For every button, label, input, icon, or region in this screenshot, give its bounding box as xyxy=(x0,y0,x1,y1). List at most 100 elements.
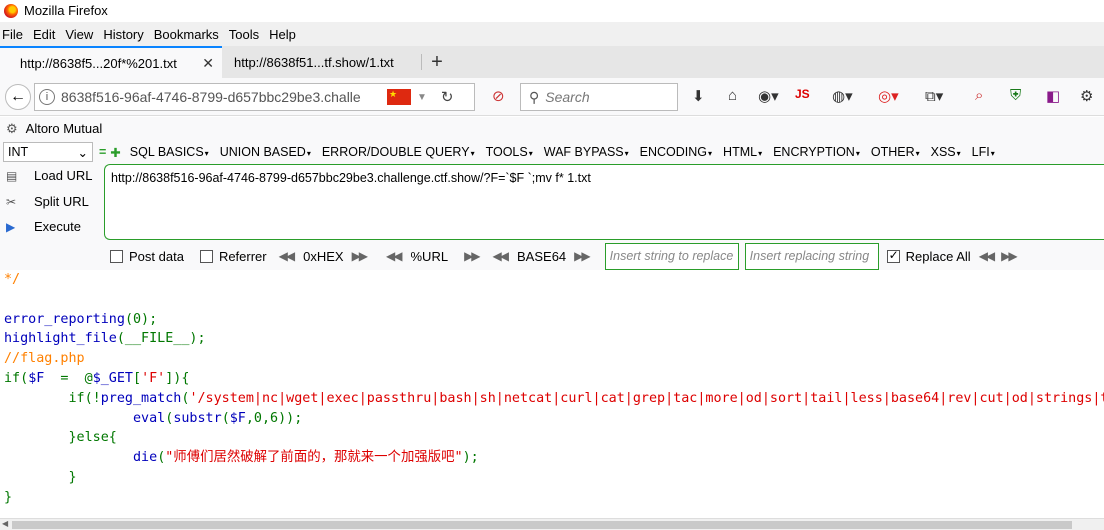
minus-icon[interactable]: = xyxy=(99,145,106,159)
tab-close-icon[interactable]: ✕ xyxy=(202,55,214,72)
code-bracket-close: ]){ xyxy=(165,370,190,386)
code-key-f: 'F' xyxy=(141,370,166,386)
copy-icon[interactable]: ⧉▾ xyxy=(925,87,943,105)
gear-icon: ⚙ xyxy=(6,120,18,136)
menu-tools[interactable]: TOOLS xyxy=(486,145,533,159)
code-close-outer: } xyxy=(4,489,13,505)
menu-xss[interactable]: XSS xyxy=(931,145,961,159)
navigation-bar: ← i 8638f516-96af-4746-8799-d657bbc29be3… xyxy=(0,78,1104,116)
tab-1[interactable]: http://8638f5...20f*%201.txt ✕ xyxy=(0,46,222,78)
menu-file[interactable]: File xyxy=(2,27,23,42)
code-flag-comment: //flag.php xyxy=(4,351,85,367)
url-textarea[interactable]: http://8638f516-96af-4746-8799-d657bbc29… xyxy=(104,164,1104,240)
code-else: }else{ xyxy=(4,430,117,446)
chevron-down-icon[interactable]: ▼ xyxy=(417,92,427,103)
colorzilla-icon[interactable]: ◍▾ xyxy=(832,87,853,105)
firefox-icon xyxy=(4,3,18,18)
tab-2[interactable]: http://8638f51...tf.show/1.txt xyxy=(222,46,422,78)
replace-all-toggle[interactable]: Replace All xyxy=(886,248,971,264)
menu-bookmarks[interactable]: Bookmarks xyxy=(154,27,219,42)
load-url-icon: ▤ xyxy=(6,168,18,183)
menu-edit[interactable]: Edit xyxy=(33,27,55,42)
code-substr-paren: ( xyxy=(221,410,230,426)
hex-encode-arrow-icon[interactable]: ▶▶ xyxy=(352,249,369,263)
type-select-value: INT xyxy=(8,145,29,159)
hackbar-title: Altoro Mutual xyxy=(25,121,103,136)
plus-icon: + xyxy=(431,50,443,73)
split-url-label: Split URL xyxy=(34,194,89,209)
split-url-button[interactable]: ✂ Split URL xyxy=(6,194,89,209)
hackbar-body: ▤ Load URL ✂ Split URL ▶ Execute http://… xyxy=(0,164,1104,270)
window-titlebar: Mozilla Firefox xyxy=(0,0,1104,21)
back-button[interactable]: ← xyxy=(5,83,31,110)
address-bar[interactable]: i 8638f516-96af-4746-8799-d657bbc29be3.c… xyxy=(34,83,475,111)
tab-separator xyxy=(421,54,422,70)
replace-string-input[interactable]: Insert string to replace xyxy=(604,242,739,270)
execute-button[interactable]: ▶ Execute xyxy=(6,219,81,234)
code-substr-args: ,0,6)); xyxy=(245,410,303,426)
referrer-label: Referrer xyxy=(218,248,267,264)
scroll-left-icon[interactable]: ◀ xyxy=(2,519,8,528)
gear-icon[interactable]: ⚙ xyxy=(1080,87,1093,105)
menu-encoding[interactable]: ENCODING xyxy=(640,145,712,159)
referrer-toggle[interactable]: Referrer xyxy=(199,248,267,264)
new-tab-button[interactable]: + xyxy=(422,46,452,78)
search-input[interactable]: ⚲ Search xyxy=(520,83,678,111)
menu-lfi[interactable]: LFI xyxy=(972,145,995,159)
reload-icon[interactable]: ↻ xyxy=(441,88,454,106)
arrow-left-icon: ← xyxy=(10,87,26,105)
home-icon[interactable]: ⌂ xyxy=(728,87,737,104)
code-close-inner: } xyxy=(4,469,77,485)
menu-html[interactable]: HTML xyxy=(723,145,762,159)
url-encode-arrow-icon[interactable]: ▶▶ xyxy=(464,249,481,263)
info-icon[interactable]: i xyxy=(39,89,55,105)
wappalyzer-icon[interactable]: ◧ xyxy=(1046,87,1060,105)
menu-help[interactable]: Help xyxy=(269,27,296,42)
china-flag-icon xyxy=(387,89,411,105)
code-die-message: "师傅们居然破解了前面的，那就来一个加强版吧" xyxy=(165,450,463,466)
replace-all-label: Replace All xyxy=(905,248,971,264)
no-script-icon[interactable]: ⊘ xyxy=(492,87,505,105)
menu-sql-basics[interactable]: SQL BASICS xyxy=(130,145,209,159)
menu-tools[interactable]: Tools xyxy=(229,27,259,42)
chevron-down-icon: ⌄ xyxy=(77,145,88,160)
menu-view[interactable]: View xyxy=(65,27,93,42)
hackbar-toggle-icon[interactable]: ◎▾ xyxy=(878,87,899,105)
code-substr-var: $F xyxy=(229,410,246,426)
load-url-button[interactable]: ▤ Load URL xyxy=(6,168,93,183)
shield-icon[interactable]: ⛨ xyxy=(1010,87,1021,104)
type-select[interactable]: INT ⌄ xyxy=(3,142,93,162)
menu-union-based[interactable]: UNION BASED xyxy=(220,145,311,159)
replace-left-arrow-icon[interactable]: ◀◀ xyxy=(979,249,996,263)
referrer-checkbox[interactable] xyxy=(199,249,213,263)
base64-encode-arrow-icon[interactable]: ▶▶ xyxy=(574,249,591,263)
replacing-string-input[interactable]: Insert replacing string xyxy=(744,242,879,270)
extension-menu-icon[interactable]: ◉▾ xyxy=(758,87,779,105)
code-regex: '/system|nc|wget|exec|passthru|bash|sh|n… xyxy=(189,390,1104,406)
post-data-toggle[interactable]: Post data xyxy=(110,249,184,264)
code-substr: substr xyxy=(173,410,222,426)
url-decode-arrow-icon[interactable]: ◀◀ xyxy=(386,249,403,263)
menu-encryption[interactable]: ENCRYPTION xyxy=(773,145,860,159)
download-icon[interactable]: ⬇ xyxy=(692,87,705,105)
menu-waf-bypass[interactable]: WAF BYPASS xyxy=(544,145,629,159)
plus-icon[interactable]: ✚ xyxy=(110,145,120,160)
replace-right-arrow-icon[interactable]: ▶▶ xyxy=(1001,249,1018,263)
menu-history[interactable]: History xyxy=(103,27,143,42)
address-url[interactable]: 8638f516-96af-4746-8799-d657bbc29be3.cha… xyxy=(61,89,381,105)
menu-error-double-query[interactable]: ERROR/DOUBLE QUERY xyxy=(322,145,475,159)
menu-other[interactable]: OTHER xyxy=(871,145,920,159)
horizontal-scrollbar[interactable]: ◀ xyxy=(0,518,1104,530)
post-data-checkbox[interactable] xyxy=(110,249,123,263)
scrollbar-thumb[interactable] xyxy=(12,521,1072,529)
hex-decode-arrow-icon[interactable]: ◀◀ xyxy=(279,249,296,263)
scissors-icon: ✂ xyxy=(6,194,17,209)
search-placeholder: Search xyxy=(545,89,590,105)
code-error-reporting: error_reporting xyxy=(4,311,125,327)
js-toggle-icon[interactable]: JS xyxy=(795,87,810,101)
magnifier-icon[interactable]: ⌕ xyxy=(975,87,983,104)
base64-decode-arrow-icon[interactable]: ◀◀ xyxy=(493,249,510,263)
replace-all-checkbox[interactable] xyxy=(886,248,900,263)
code-die-close: ); xyxy=(462,450,479,466)
